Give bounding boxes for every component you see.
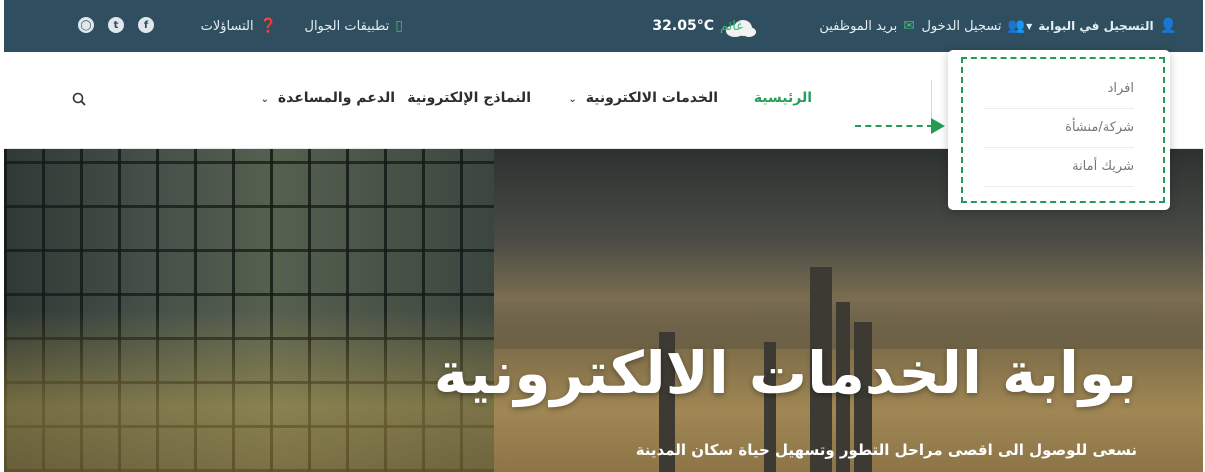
browser-viewport: 👤 التسجيل في البوابة ▼ 👥 تسجيل الدخول ✉ …: [4, 0, 1203, 472]
login-link[interactable]: 👥 تسجيل الدخول: [921, 0, 1025, 52]
instagram-icon[interactable]: ◯: [78, 17, 94, 33]
annotation-arrow-line: [855, 125, 933, 127]
nav-e-forms[interactable]: النماذج الإلكترونية: [407, 90, 531, 106]
envelope-icon: ✉: [903, 18, 915, 34]
portal-register-label: التسجيل في البوابة: [1038, 19, 1154, 33]
facebook-icon[interactable]: f: [138, 17, 154, 33]
portal-register-menu[interactable]: 👤 التسجيل في البوابة ▼: [1026, 0, 1177, 52]
search-icon[interactable]: [72, 92, 86, 106]
user-group-icon: 👥: [1007, 18, 1025, 34]
nav-e-services-label: الخدمات الالكترونية: [585, 90, 718, 106]
nav-home[interactable]: الرئيسية: [754, 90, 812, 106]
hero-title: بوابة الخدمات الالكترونية: [433, 339, 1137, 407]
nav-support[interactable]: الدعم والمساعدة ⌄: [261, 90, 395, 106]
twitter-icon[interactable]: t: [108, 17, 124, 33]
nav-divider: [931, 80, 932, 120]
annotation-arrow-head: [931, 118, 945, 134]
add-user-icon: 👤: [1159, 18, 1177, 34]
mobile-icon: ▯: [395, 18, 403, 34]
weather-widget: غائم 32.05°C: [652, 0, 743, 52]
login-label: تسجيل الدخول: [921, 18, 1002, 34]
faq-label: التساؤلات: [200, 18, 254, 34]
weather-condition: غائم: [719, 18, 743, 34]
nav-e-services[interactable]: الخدمات الالكترونية ⌄: [568, 90, 718, 106]
nav-support-label: الدعم والمساعدة: [277, 90, 395, 106]
top-bar: 👤 التسجيل في البوابة ▼ 👥 تسجيل الدخول ✉ …: [4, 0, 1203, 52]
annotation-highlight-box: [961, 57, 1165, 203]
hero-tower-glow: [4, 309, 494, 472]
chevron-down-icon: ⌄: [260, 94, 269, 105]
mobile-apps-link[interactable]: ▯ تطبيقات الجوال: [305, 0, 404, 52]
caret-down-icon: ▼: [1026, 21, 1033, 31]
chevron-down-icon: ⌄: [568, 94, 577, 105]
temperature: 32.05°C: [652, 18, 714, 34]
question-icon: ❓: [259, 18, 277, 34]
employee-mail-link[interactable]: ✉ بريد الموظفين: [819, 0, 915, 52]
hero-subtitle: نسعى للوصول الى اقصى مراحل التطور وتسهيل…: [635, 441, 1137, 459]
faq-link[interactable]: ❓ التساؤلات: [201, 0, 277, 52]
employee-mail-label: بريد الموظفين: [819, 18, 898, 34]
mobile-apps-label: تطبيقات الجوال: [304, 18, 390, 34]
